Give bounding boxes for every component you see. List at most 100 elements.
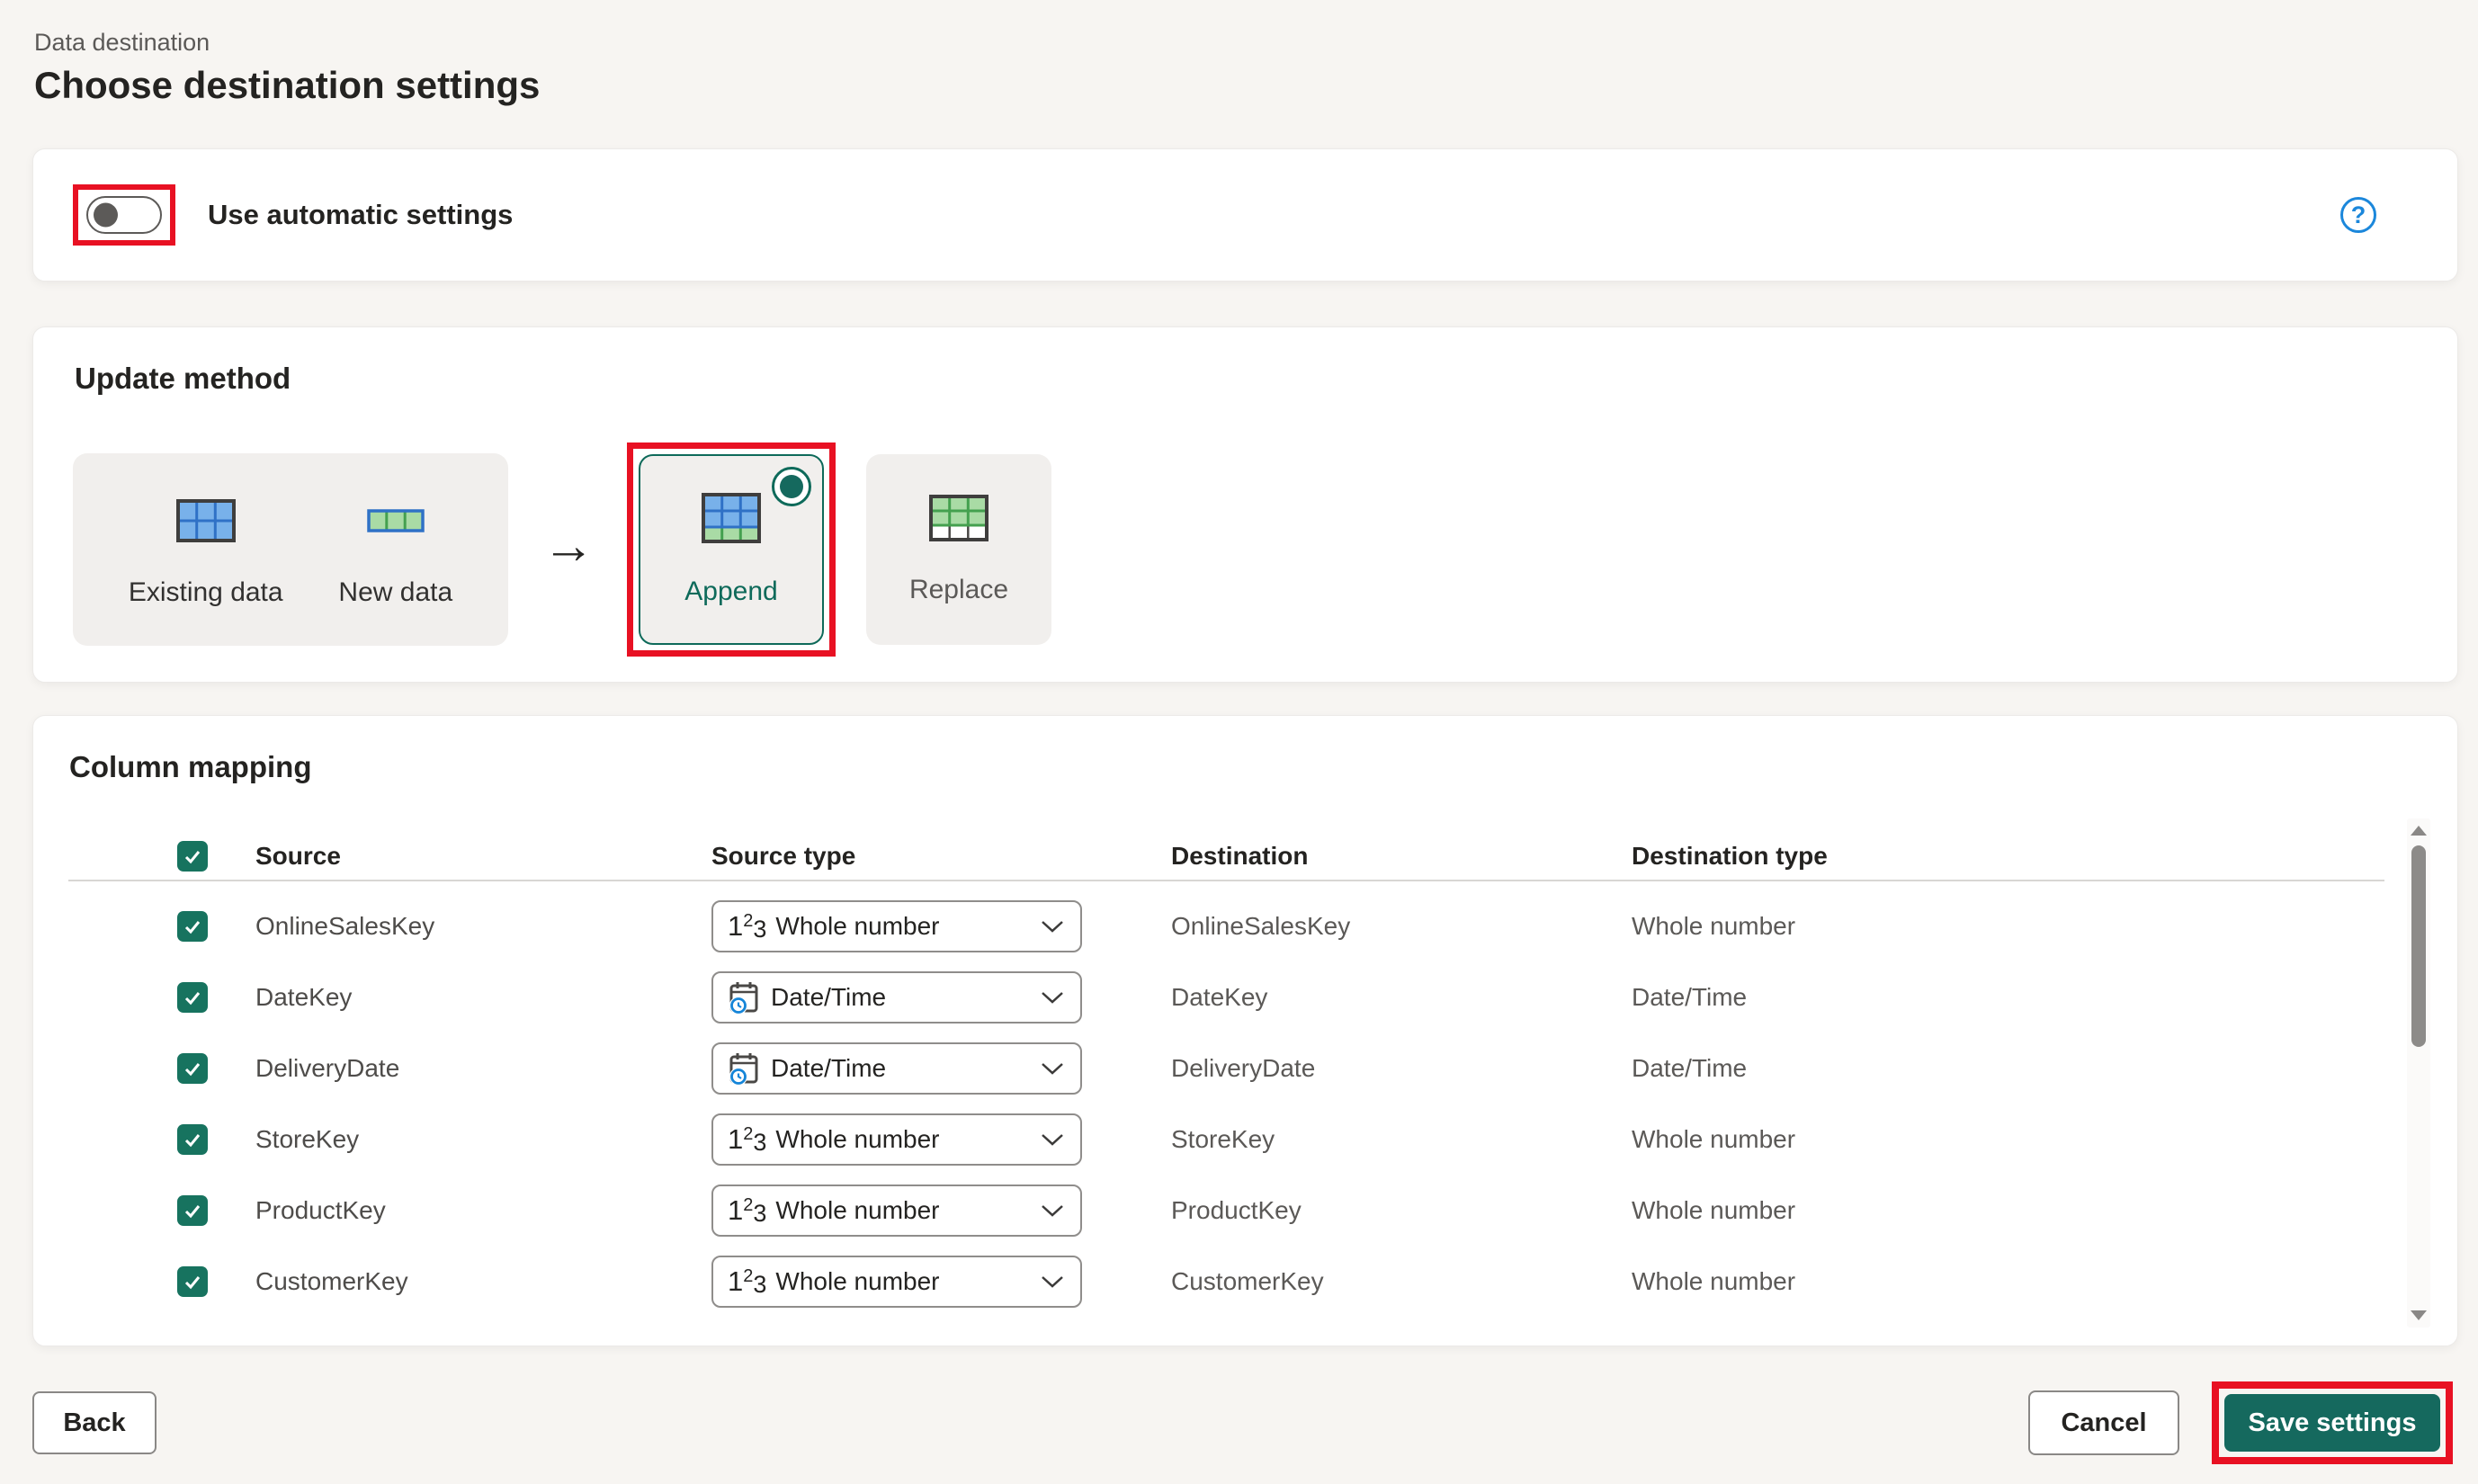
scrollbar-down-arrow-icon[interactable] (2411, 1310, 2427, 1320)
update-method-row: Existing data New data → (73, 443, 2418, 657)
source-type-dropdown[interactable]: 123 Whole number (711, 1113, 1082, 1166)
scrollbar-thumb[interactable] (2411, 845, 2426, 1047)
existing-data-label: Existing data (129, 577, 283, 608)
append-radio-selected[interactable] (772, 467, 811, 506)
chevron-down-icon (1041, 1061, 1064, 1076)
table-row: DateKey 123 Date/Time (33, 961, 2457, 1033)
back-button[interactable]: Back (32, 1391, 157, 1454)
destination-column-name: CustomerKey (1171, 1267, 1324, 1296)
column-header-destination-type: Destination type (1632, 842, 1828, 871)
breadcrumb: Data destination (34, 29, 2458, 57)
new-data-label: New data (338, 577, 452, 608)
append-highlight-box: Append (627, 443, 836, 657)
source-column-name: CustomerKey (255, 1267, 408, 1296)
toggle-highlight-box (73, 184, 175, 246)
automatic-settings-card: Use automatic settings ? (32, 148, 2458, 282)
destination-type-value: Whole number (1632, 1125, 1795, 1154)
number-123-icon: 123 (728, 912, 766, 940)
chevron-down-icon (1041, 1274, 1064, 1289)
column-mapping-table: Source Source type Destination Destinati… (33, 833, 2457, 1317)
toggle-knob (94, 203, 118, 228)
append-table-icon (702, 493, 761, 548)
arrow-right-icon: → (542, 515, 595, 576)
column-mapping-card: Column mapping Source Source type Destin… (32, 715, 2458, 1346)
update-method-option-append[interactable]: Append (639, 454, 824, 645)
update-method-option-replace[interactable]: Replace (866, 454, 1051, 645)
scrollbar-up-arrow-icon[interactable] (2411, 826, 2427, 836)
source-type-dropdown[interactable]: 123 Whole number (711, 900, 1082, 952)
source-column-name: OnlineSalesKey (255, 912, 434, 941)
source-type-dropdown[interactable]: 123 Date/Time (711, 971, 1082, 1024)
save-highlight-box: Save settings (2212, 1381, 2453, 1464)
table-row: DeliveryDate 123 Date/Time (33, 1033, 2457, 1104)
data-destination-page: Data destination Choose destination sett… (0, 0, 2478, 1464)
source-type-dropdown[interactable]: 123 Whole number (711, 1256, 1082, 1308)
automatic-settings-label: Use automatic settings (208, 199, 513, 231)
column-header-source-type: Source type (711, 842, 855, 871)
row-checkbox[interactable] (177, 1053, 208, 1084)
help-icon[interactable]: ? (2340, 197, 2376, 233)
update-method-card: Update method Existing data (32, 326, 2458, 683)
new-data-item: New data (338, 491, 452, 608)
destination-type-value: Date/Time (1632, 983, 1747, 1012)
source-type-dropdown[interactable]: 123 Date/Time (711, 1042, 1082, 1095)
chevron-down-icon (1041, 990, 1064, 1005)
new-data-row-icon (367, 491, 425, 550)
footer-bar: Back Cancel Save settings (32, 1381, 2458, 1464)
source-column-name: ProductKey (255, 1196, 386, 1225)
column-header-destination: Destination (1171, 842, 1308, 871)
column-header-source: Source (255, 842, 341, 871)
existing-data-item: Existing data (129, 491, 283, 608)
source-column-name: DeliveryDate (255, 1054, 399, 1083)
chevron-down-icon (1041, 1132, 1064, 1147)
table-row: OnlineSalesKey 123 Whole number (33, 890, 2457, 961)
destination-type-value: Date/Time (1632, 1054, 1747, 1083)
chevron-down-icon (1041, 919, 1064, 934)
calendar-clock-icon (728, 1050, 762, 1086)
number-123-icon: 123 (728, 1267, 766, 1295)
row-checkbox[interactable] (177, 911, 208, 942)
replace-table-icon (929, 495, 989, 546)
source-type-value: Whole number (775, 1267, 939, 1296)
destination-type-value: Whole number (1632, 1267, 1795, 1296)
save-settings-button[interactable]: Save settings (2224, 1394, 2440, 1452)
number-123-icon: 123 (728, 1196, 766, 1224)
update-method-heading: Update method (75, 360, 2418, 398)
source-type-value: Whole number (775, 1196, 939, 1225)
automatic-settings-toggle[interactable] (86, 196, 162, 234)
chevron-down-icon (1041, 1203, 1064, 1218)
existing-data-table-icon (176, 491, 236, 550)
destination-type-value: Whole number (1632, 912, 1795, 941)
table-row: ProductKey 123 Whole number (33, 1175, 2457, 1246)
table-row: StoreKey 123 Whole number (33, 1104, 2457, 1175)
source-type-dropdown[interactable]: 123 Whole number (711, 1185, 1082, 1237)
column-mapping-heading: Column mapping (69, 748, 2457, 786)
table-row: CustomerKey 123 Whole number (33, 1246, 2457, 1317)
source-type-value: Date/Time (771, 983, 886, 1012)
table-scrollbar[interactable] (2407, 818, 2430, 1328)
destination-column-name: OnlineSalesKey (1171, 912, 1350, 941)
destination-column-name: StoreKey (1171, 1125, 1275, 1154)
source-column-name: StoreKey (255, 1125, 359, 1154)
source-type-value: Whole number (775, 912, 939, 941)
row-checkbox[interactable] (177, 1195, 208, 1226)
calendar-clock-icon (728, 979, 762, 1015)
replace-label: Replace (909, 575, 1008, 605)
source-data-group: Existing data New data (73, 453, 508, 646)
row-checkbox[interactable] (177, 1124, 208, 1155)
append-label: Append (684, 577, 777, 607)
number-123-icon: 123 (728, 1125, 766, 1153)
destination-column-name: DeliveryDate (1171, 1054, 1315, 1083)
destination-type-value: Whole number (1632, 1196, 1795, 1225)
source-column-name: DateKey (255, 983, 352, 1012)
destination-column-name: ProductKey (1171, 1196, 1302, 1225)
destination-column-name: DateKey (1171, 983, 1267, 1012)
row-checkbox[interactable] (177, 1266, 208, 1297)
source-type-value: Date/Time (771, 1054, 886, 1083)
source-type-value: Whole number (775, 1125, 939, 1154)
row-checkbox[interactable] (177, 982, 208, 1013)
column-mapping-rows: OnlineSalesKey 123 Whole number (33, 881, 2457, 1317)
select-all-checkbox[interactable] (177, 841, 208, 872)
column-mapping-header-row: Source Source type Destination Destinati… (33, 833, 2457, 880)
cancel-button[interactable]: Cancel (2028, 1390, 2179, 1455)
